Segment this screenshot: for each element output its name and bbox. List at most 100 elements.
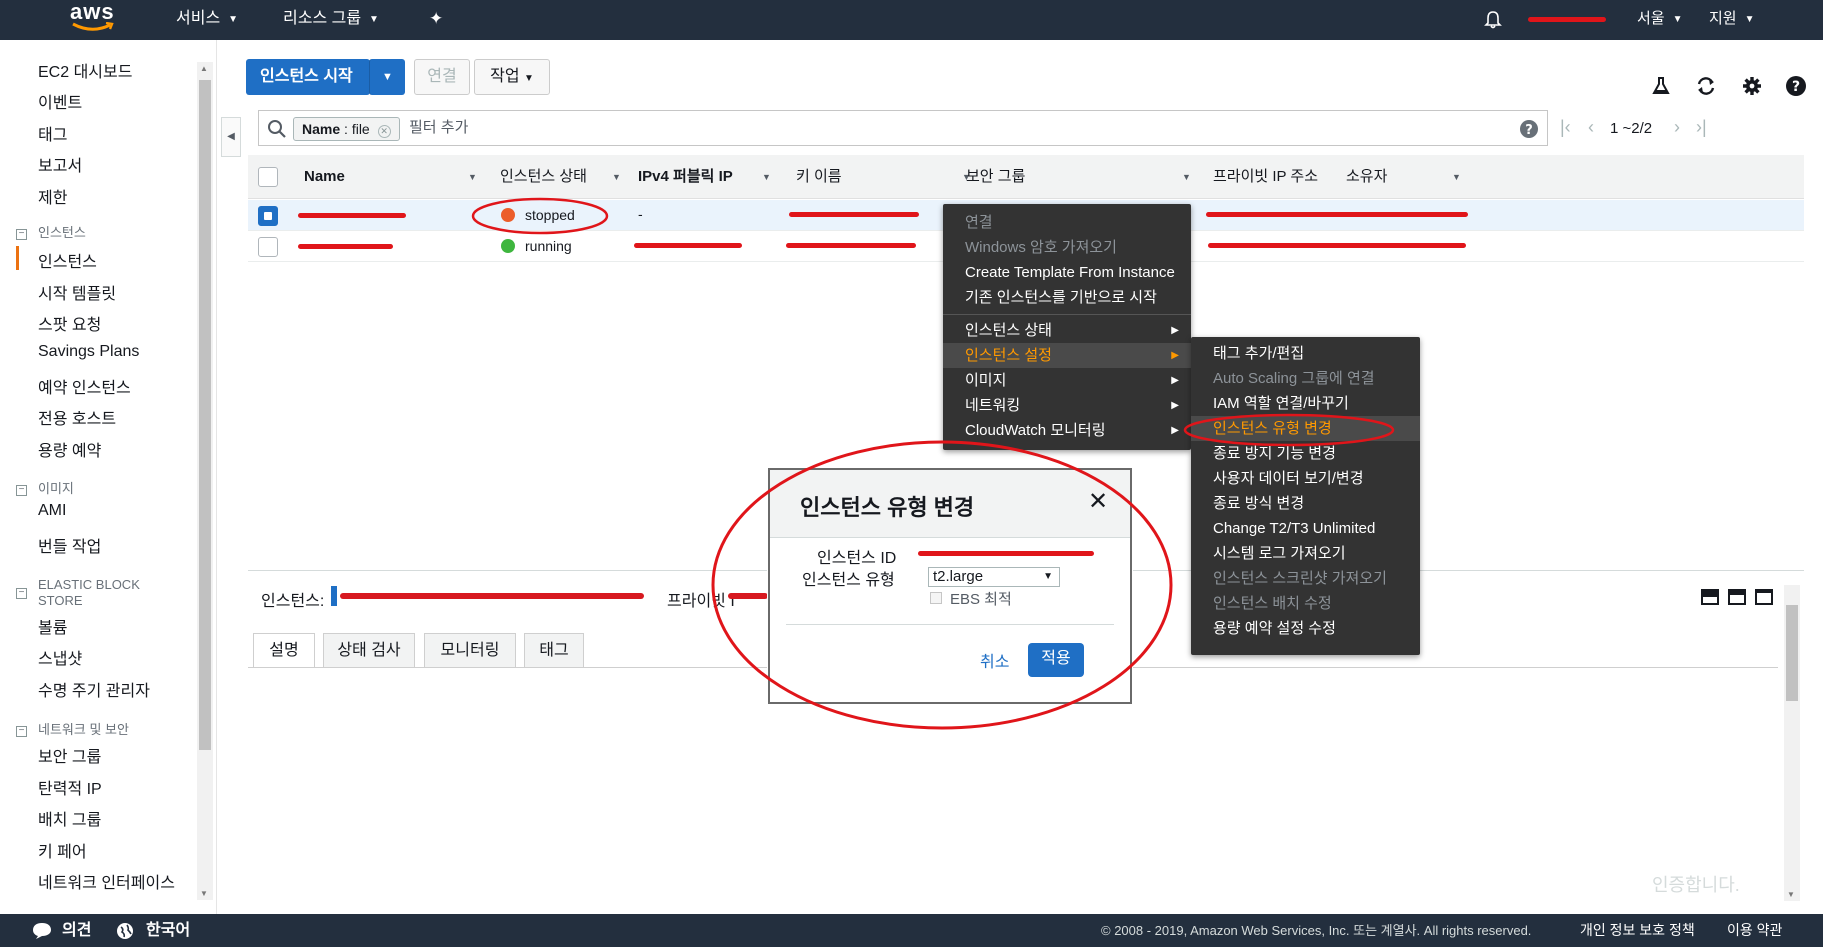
feedback-link[interactable]: 의견 <box>62 914 91 947</box>
menu-item-create-template[interactable]: Create Template From Instance <box>943 260 1191 285</box>
scroll-up-icon[interactable]: ▲ <box>200 64 208 73</box>
layout-top-icon[interactable] <box>1755 589 1773 605</box>
submenu-item-add-edit-tags[interactable]: 태그 추가/편집 <box>1191 341 1420 366</box>
column-private-ip[interactable]: 프라이빗 IP 주소 <box>1213 155 1341 199</box>
connect-button[interactable]: 연결 <box>414 59 470 95</box>
sidebar-item-ami[interactable]: AMI <box>38 502 66 520</box>
launch-dropdown-button[interactable]: ▼ <box>369 59 405 95</box>
sidebar-item-capacity-reservations[interactable]: 용량 예약 <box>38 437 101 461</box>
sidebar-item-reports[interactable]: 보고서 <box>38 152 82 176</box>
services-menu[interactable]: 서비스 ▼ <box>176 0 238 40</box>
row-checkbox[interactable] <box>258 237 278 257</box>
submenu-item-system-log[interactable]: 시스템 로그 가져오기 <box>1191 541 1420 566</box>
submenu-item-shutdown-behavior[interactable]: 종료 방식 변경 <box>1191 491 1420 516</box>
submenu-item-capacity-reservation[interactable]: 용량 예약 설정 수정 <box>1191 616 1420 641</box>
pin-icon[interactable]: ✦ <box>429 0 443 40</box>
collapse-icon[interactable]: − <box>16 229 27 240</box>
collapse-icon[interactable]: − <box>16 485 27 496</box>
scroll-down-icon[interactable]: ▼ <box>200 889 208 898</box>
gear-icon[interactable] <box>1741 75 1763 97</box>
help-icon[interactable]: ? <box>1785 75 1807 97</box>
tab-status-checks[interactable]: 상태 검사 <box>323 633 415 668</box>
submenu-item-user-data[interactable]: 사용자 데이터 보기/변경 <box>1191 466 1420 491</box>
menu-item-image[interactable]: 이미지 ▶ <box>943 368 1191 393</box>
language-selector[interactable]: 한국어 <box>146 914 190 947</box>
refresh-icon[interactable] <box>1695 75 1717 97</box>
sidebar-item-savings-plans[interactable]: Savings Plans <box>38 343 139 361</box>
bell-icon[interactable] <box>1484 0 1502 40</box>
sidebar-section-images[interactable]: 이미지 <box>38 481 74 497</box>
menu-item-launch-more-like-this[interactable]: 기존 인스턴스를 기반으로 시작 <box>943 285 1191 310</box>
row-checkbox[interactable] <box>258 206 278 226</box>
sidebar-item-limits[interactable]: 제한 <box>38 184 67 208</box>
tab-monitoring[interactable]: 모니터링 <box>424 633 516 668</box>
first-page-icon[interactable]: |‹ <box>1560 117 1571 138</box>
sidebar-scrollbar-thumb[interactable] <box>199 80 211 750</box>
help-icon[interactable]: ? <box>1519 119 1539 139</box>
submenu-item-attach-auto-scaling[interactable]: Auto Scaling 그룹에 연결 <box>1191 366 1420 391</box>
column-key-name[interactable]: 키 이름 ▼ <box>796 155 976 199</box>
launch-instance-button[interactable]: 인스턴스 시작 <box>246 59 370 95</box>
collapse-icon[interactable]: − <box>16 588 27 599</box>
sidebar-item-volumes[interactable]: 볼륨 <box>38 614 67 638</box>
layout-bottom-icon[interactable] <box>1701 589 1719 605</box>
tab-tags[interactable]: 태그 <box>524 633 584 668</box>
submenu-item-modify-placement[interactable]: 인스턴스 배치 수정 <box>1191 591 1420 616</box>
collapse-sidebar-icon[interactable]: ◀ <box>221 117 241 157</box>
menu-item-connect[interactable]: 연결 <box>943 210 1191 235</box>
sidebar-item-dedicated-hosts[interactable]: 전용 호스트 <box>38 405 116 429</box>
submenu-item-t2-t3-unlimited[interactable]: Change T2/T3 Unlimited <box>1191 516 1420 541</box>
select-all-checkbox[interactable] <box>258 167 278 187</box>
sidebar-item-launch-templates[interactable]: 시작 템플릿 <box>38 280 116 304</box>
terms-link[interactable]: 이용 약관 <box>1727 914 1782 947</box>
collapse-icon[interactable]: − <box>16 726 27 737</box>
next-page-icon[interactable]: › <box>1674 117 1680 138</box>
column-state[interactable]: 인스턴스 상태 ▼ <box>500 155 630 199</box>
column-security-group[interactable]: 보안 그룹 ▼ <box>966 155 1196 199</box>
layout-split-icon[interactable] <box>1728 589 1746 605</box>
sidebar-item-spot-requests[interactable]: 스팟 요청 <box>38 311 101 335</box>
sidebar-item-key-pairs[interactable]: 키 페어 <box>38 838 87 862</box>
sidebar-item-bundle-tasks[interactable]: 번들 작업 <box>38 533 101 557</box>
tab-description[interactable]: 설명 <box>253 633 315 668</box>
sidebar-item-placement-groups[interactable]: 배치 그룹 <box>38 806 101 830</box>
remove-filter-icon[interactable]: ✕ <box>377 125 391 138</box>
sidebar-section-instances[interactable]: 인스턴스 <box>38 225 86 241</box>
sidebar-item-events[interactable]: 이벤트 <box>38 89 82 113</box>
sidebar-item-reserved-instances[interactable]: 예약 인스턴스 <box>38 374 131 398</box>
sidebar-section-ebs[interactable]: ELASTIC BLOCK STORE <box>38 577 140 609</box>
last-page-icon[interactable]: ›| <box>1696 117 1707 138</box>
previous-page-icon[interactable]: ‹ <box>1588 117 1594 138</box>
sidebar-item-security-groups[interactable]: 보안 그룹 <box>38 743 101 767</box>
sidebar-item-dashboard[interactable]: EC2 대시보드 <box>38 58 132 82</box>
detail-scrollbar[interactable]: ▼ <box>1784 585 1800 901</box>
menu-item-instance-settings[interactable]: 인스턴스 설정 ▶ <box>943 343 1191 368</box>
flask-icon[interactable] <box>1650 75 1672 97</box>
sidebar-item-elastic-ip[interactable]: 탄력적 IP <box>38 775 102 799</box>
scroll-down-icon[interactable]: ▼ <box>1787 890 1795 899</box>
sidebar-scrollbar[interactable]: ▲ ▼ <box>197 62 213 900</box>
filter-input[interactable]: 필터 추가 <box>409 111 468 145</box>
redacted-username[interactable] <box>1528 17 1606 22</box>
resource-groups-menu[interactable]: 리소스 그룹 ▼ <box>283 0 379 40</box>
menu-item-instance-state[interactable]: 인스턴스 상태 ▶ <box>943 318 1191 343</box>
sidebar-section-network-security[interactable]: 네트워크 및 보안 <box>38 722 129 738</box>
actions-button[interactable]: 작업 ▼ <box>474 59 550 95</box>
submenu-item-instance-screenshot[interactable]: 인스턴스 스크린샷 가져오기 <box>1191 566 1420 591</box>
detail-scrollbar-thumb[interactable] <box>1786 605 1798 701</box>
sidebar-item-network-interfaces[interactable]: 네트워크 인터페이스 <box>38 869 175 893</box>
menu-item-get-windows-password[interactable]: Windows 암호 가져오기 <box>943 235 1191 260</box>
filter-chip[interactable]: Name : file ✕ <box>293 117 400 141</box>
column-ipv4[interactable]: IPv4 퍼블릭 IP ▼ <box>638 155 778 199</box>
menu-item-networking[interactable]: 네트워킹 ▶ <box>943 393 1191 418</box>
column-name[interactable]: Name ▼ <box>304 155 484 199</box>
sidebar-item-lifecycle-manager[interactable]: 수명 주기 관리자 <box>38 677 150 701</box>
column-owner[interactable]: 소유자 ▼ <box>1346 155 1468 199</box>
sidebar-item-snapshots[interactable]: 스냅샷 <box>38 645 82 669</box>
sidebar-item-tags[interactable]: 태그 <box>38 121 67 145</box>
sidebar-item-instances[interactable]: 인스턴스 <box>38 248 97 272</box>
aws-logo[interactable]: aws <box>70 1 116 38</box>
support-menu[interactable]: 지원 ▼ <box>1709 0 1755 40</box>
region-menu[interactable]: 서울 ▼ <box>1637 0 1683 40</box>
privacy-policy-link[interactable]: 개인 정보 보호 정책 <box>1580 914 1695 947</box>
